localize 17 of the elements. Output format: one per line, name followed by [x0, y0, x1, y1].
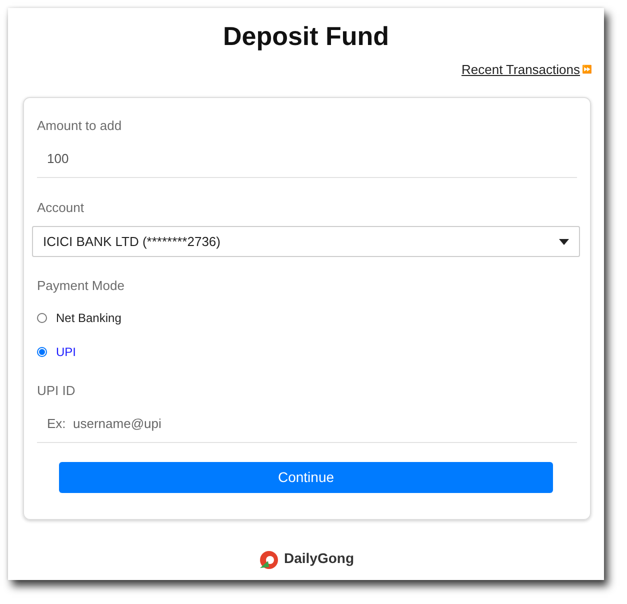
amount-field[interactable]: 100	[37, 143, 577, 178]
field-label: Amount to add	[37, 116, 123, 134]
account-select[interactable]: ICICI BANK LTD (********2736)	[32, 226, 580, 257]
radio-button[interactable]	[37, 312, 47, 322]
double-arrow-icon: ⏩	[582, 64, 592, 76]
caret-icon	[559, 238, 569, 244]
continue-button[interactable]: Continue	[59, 462, 553, 492]
brand-name: DailyGong	[284, 549, 354, 568]
payment-option[interactable]: UPI	[37, 342, 580, 360]
payment-option[interactable]: Net Banking	[37, 308, 580, 326]
field-label: Payment Mode	[37, 277, 126, 295]
upi-id-field[interactable]: Ex: username@upi	[37, 408, 577, 442]
radio-button[interactable]	[37, 346, 47, 356]
field-label: Account	[37, 198, 85, 216]
recent-transactions-link[interactable]: Recent Transactions	[461, 60, 580, 80]
field-label: UPI ID	[37, 382, 76, 400]
page-title: Deposit Fund	[222, 20, 390, 52]
